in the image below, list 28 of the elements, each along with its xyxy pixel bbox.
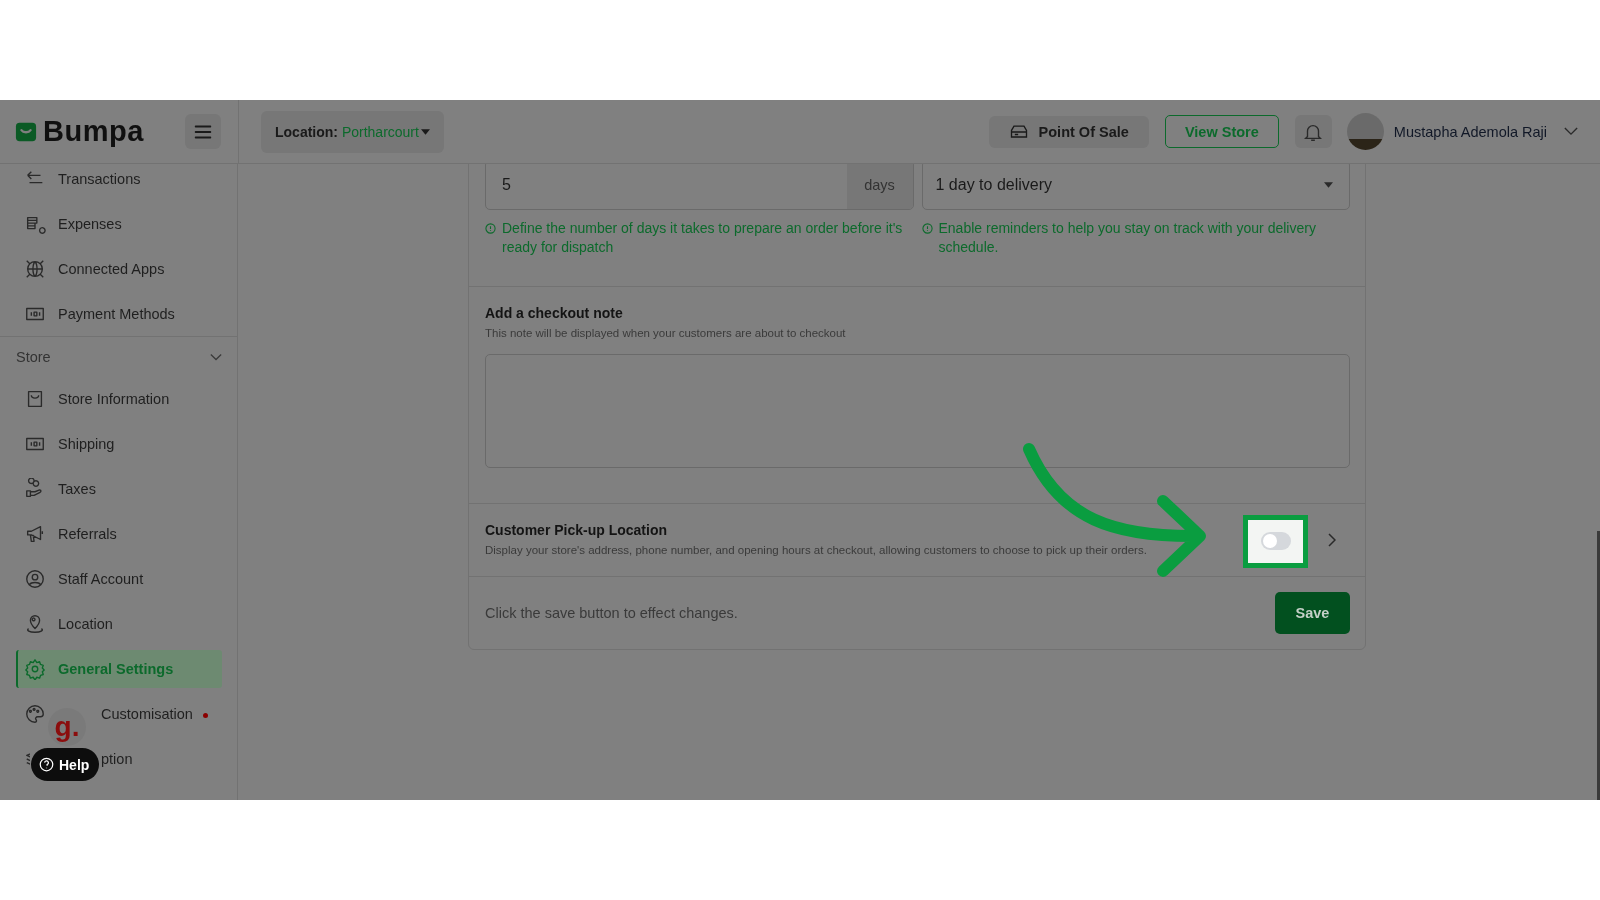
sidebar-item[interactable]: Expenses [16,204,222,243]
sidebar-item[interactable]: Taxes [16,469,222,508]
sidebar-item[interactable]: Connected Apps [16,249,222,288]
save-button[interactable]: Save [1275,592,1350,634]
sidebar-item[interactable]: Shipping [16,424,222,463]
days-unit: days [846,164,913,209]
sidebar-item[interactable]: Location [16,604,222,643]
sidebar-item[interactable]: Transactions [16,164,222,198]
chat-badge[interactable]: g. [48,708,86,746]
reminder-dropdown[interactable]: 1 day to delivery [921,164,1350,210]
hint-text: Enable reminders to help you stay on track with your delivery schedule. [938,219,1317,257]
location-selector[interactable]: Location: Portharcourt [261,110,444,153]
hint-text: Define the number of days it takes to prepare an order before it's ready for dispatch [502,219,904,257]
section-description: Display your store's address, phone number, and opening hours at checkout, allowing customers to choose to pick up their orders. [485,543,1148,558]
brand-name: Bumpa [43,115,144,148]
footer-text: Click the save button to effect changes. [485,605,738,621]
sidebar-item[interactable]: Staff Account [16,559,222,598]
user-name[interactable]: Mustapha Ademola Raji [1393,123,1547,140]
sidebar-item[interactable]: Referrals [16,514,222,553]
section-header[interactable]: Store [0,337,237,376]
help-button[interactable]: Help [31,748,100,781]
preparation-days-field[interactable]: 5 days [485,164,914,210]
section-subtitle: This note will be displayed when your customers are about to checkout [485,326,847,341]
section-title: Customer Pick-up Location [485,521,669,539]
point-of-sale-button[interactable]: Point Of Sale [988,115,1149,148]
sidebar-item[interactable]: Store Information [16,379,222,418]
section-title: Add a checkout note [485,304,624,322]
sidebar-item[interactable]: Payment Methods [16,294,222,333]
